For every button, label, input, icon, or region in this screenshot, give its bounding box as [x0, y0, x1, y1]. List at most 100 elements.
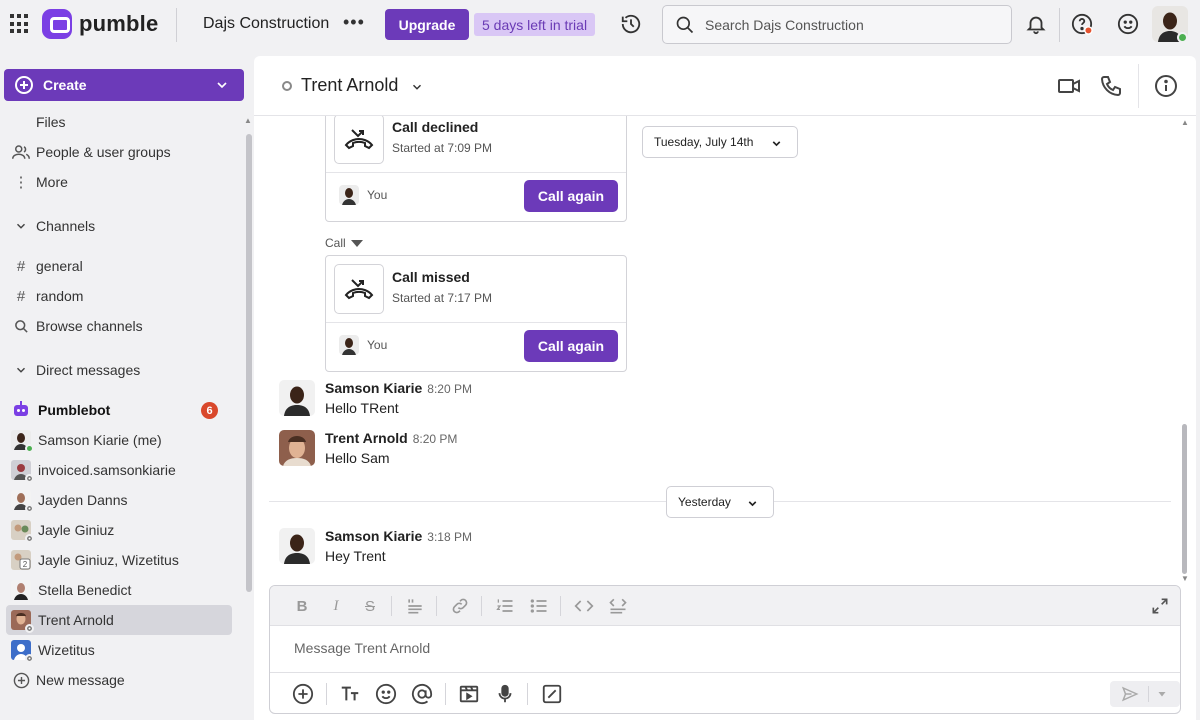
- phone-icon[interactable]: [1099, 74, 1123, 98]
- dm-label: Wizetitus: [38, 642, 95, 658]
- expand-icon[interactable]: [1150, 596, 1170, 616]
- new-message-label: New message: [36, 672, 125, 688]
- info-icon[interactable]: [1154, 74, 1178, 98]
- section-label: Channels: [36, 218, 96, 234]
- dm-item-jayle-wizetitus[interactable]: 2 Jayle Giniuz, Wizetitus: [6, 545, 232, 575]
- create-label: Create: [43, 77, 87, 93]
- conversation-panel: Trent Arnold ▲ Call declined Started at …: [254, 56, 1196, 720]
- avatar: [339, 335, 359, 355]
- ordered-list-icon[interactable]: [495, 596, 515, 616]
- conversation-title[interactable]: Trent Arnold: [301, 75, 398, 96]
- plus-circle-icon[interactable]: [292, 683, 314, 705]
- sidebar-scrollbar[interactable]: [246, 134, 252, 592]
- call-label[interactable]: Call: [325, 236, 363, 250]
- dm-item-invoiced[interactable]: invoiced.samsonkiarie: [6, 455, 232, 485]
- message-author[interactable]: Samson Kiarie 8:20 PM: [325, 380, 472, 396]
- more-vertical-icon: ⋮: [13, 174, 29, 191]
- unread-badge: 6: [201, 402, 218, 419]
- scroll-up-arrow[interactable]: ▲: [1181, 118, 1189, 127]
- message-list: ▲ Call declined Started at 7:09 PM You C…: [254, 116, 1196, 586]
- plus-circle-icon: [13, 672, 29, 688]
- help-icon[interactable]: [1071, 13, 1093, 35]
- create-button[interactable]: Create: [4, 69, 244, 101]
- emoji-status-icon[interactable]: [1117, 13, 1139, 35]
- message-item: Trent Arnold 8:20 PM Hello Sam: [279, 430, 879, 474]
- sidebar: Files People & user groups ⋮ More Channe…: [0, 108, 254, 720]
- dm-item-wizetitus[interactable]: Wizetitus: [6, 635, 232, 665]
- text-format-icon[interactable]: [339, 683, 361, 705]
- quote-block-icon[interactable]: [405, 596, 425, 616]
- sidebar-item-more[interactable]: ⋮ More: [6, 167, 232, 197]
- avatar[interactable]: [279, 380, 315, 416]
- message-author[interactable]: Trent Arnold 8:20 PM: [325, 430, 457, 446]
- message-input[interactable]: [294, 640, 994, 656]
- chevron-down-icon[interactable]: [410, 80, 424, 94]
- search-bar[interactable]: [662, 5, 1012, 44]
- workspace-more-icon[interactable]: •••: [343, 12, 365, 33]
- sidebar-item-label: More: [36, 174, 68, 190]
- sidebar-item-random[interactable]: # random: [6, 281, 232, 311]
- dm-label: Stella Benedict: [38, 582, 132, 598]
- channels-section-header[interactable]: Channels: [6, 212, 95, 240]
- dm-section-header[interactable]: Direct messages: [6, 356, 140, 384]
- hash-icon: #: [16, 257, 26, 275]
- dm-item-trent[interactable]: Trent Arnold: [6, 605, 232, 635]
- send-button[interactable]: [1110, 681, 1180, 707]
- link-icon[interactable]: [450, 596, 470, 616]
- upgrade-button[interactable]: Upgrade: [385, 9, 469, 40]
- divider: [527, 683, 528, 705]
- plus-circle-icon: [15, 76, 33, 94]
- sidebar-item-general[interactable]: # general: [6, 251, 232, 281]
- video-clip-icon[interactable]: [458, 683, 480, 705]
- video-call-icon[interactable]: [1057, 74, 1081, 98]
- date-label: Tuesday, July 14th: [654, 135, 754, 149]
- sidebar-item-people[interactable]: People & user groups: [6, 137, 232, 167]
- scroll-down-arrow[interactable]: ▼: [1181, 574, 1189, 583]
- channel-label: Browse channels: [36, 318, 143, 334]
- divider: [1138, 64, 1139, 108]
- dm-item-stella[interactable]: Stella Benedict: [6, 575, 232, 605]
- send-icon: [1121, 686, 1139, 702]
- code-icon[interactable]: [574, 596, 594, 616]
- search-input[interactable]: [705, 16, 995, 33]
- bold-icon[interactable]: B: [292, 596, 312, 616]
- date-separator-pill[interactable]: Yesterday: [666, 486, 774, 518]
- message-composer: B I S: [269, 585, 1181, 714]
- avatar: [11, 520, 34, 543]
- microphone-icon[interactable]: [494, 683, 516, 705]
- message-author[interactable]: Samson Kiarie 3:18 PM: [325, 528, 472, 544]
- composer-actions: [270, 672, 1180, 713]
- emoji-icon[interactable]: [375, 683, 397, 705]
- message-time: 8:20 PM: [427, 382, 472, 396]
- workspace-name[interactable]: Dajs Construction: [203, 15, 329, 33]
- dm-label: Jayle Giniuz, Wizetitus: [38, 552, 179, 568]
- call-again-button[interactable]: Call again: [524, 180, 618, 212]
- chevron-down-icon[interactable]: [214, 77, 230, 93]
- sidebar-item-files[interactable]: Files: [6, 108, 232, 137]
- dm-item-samson[interactable]: Samson Kiarie (me): [6, 425, 232, 455]
- history-icon[interactable]: [620, 13, 642, 35]
- avatar[interactable]: [279, 430, 315, 466]
- mention-icon[interactable]: [411, 683, 433, 705]
- slash-command-icon[interactable]: [541, 683, 563, 705]
- dm-item-pumblebot[interactable]: Pumblebot 6: [6, 395, 232, 425]
- bell-icon[interactable]: [1025, 13, 1047, 35]
- bullet-list-icon[interactable]: [529, 596, 549, 616]
- new-message-button[interactable]: New message: [6, 665, 232, 695]
- chevron-down-icon[interactable]: [1156, 688, 1168, 700]
- divider: [560, 596, 561, 616]
- message-scrollbar[interactable]: [1182, 424, 1187, 574]
- dm-item-jayden[interactable]: Jayden Danns: [6, 485, 232, 515]
- scroll-up-arrow[interactable]: ▲: [244, 116, 252, 125]
- dm-item-jayle[interactable]: Jayle Giniuz: [6, 515, 232, 545]
- strikethrough-icon[interactable]: S: [360, 596, 380, 616]
- sidebar-item-browse-channels[interactable]: Browse channels: [6, 311, 232, 341]
- code-block-icon[interactable]: [608, 596, 628, 616]
- avatar[interactable]: [279, 528, 315, 564]
- chevron-down-icon: [748, 501, 757, 507]
- date-separator-pill[interactable]: Tuesday, July 14th: [642, 126, 798, 158]
- call-again-button[interactable]: Call again: [524, 330, 618, 362]
- apps-grid-icon[interactable]: [10, 14, 30, 34]
- call-participant: You: [367, 188, 388, 202]
- italic-icon[interactable]: I: [326, 596, 346, 616]
